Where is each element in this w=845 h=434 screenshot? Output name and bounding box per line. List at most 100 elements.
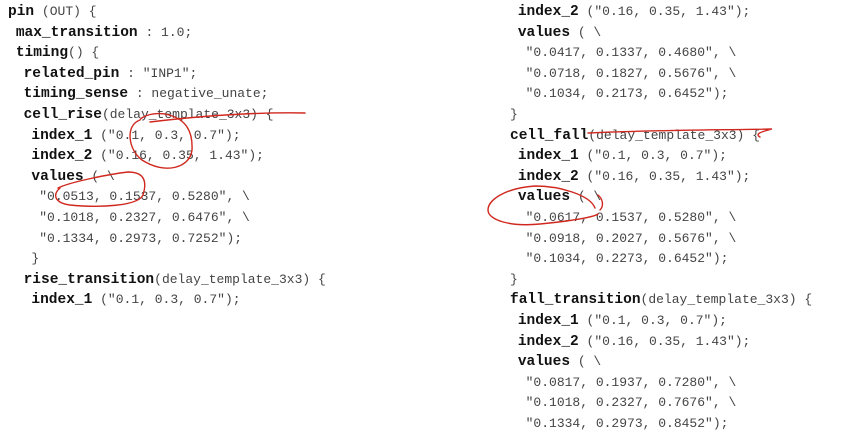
code-text: (OUT) { — [34, 4, 97, 19]
code-text: () { — [68, 45, 100, 61]
code-text: ( \ — [570, 354, 602, 370]
code-line: index_1 ("0.1, 0.3, 0.7"); — [510, 146, 812, 167]
code-line: "0.1018, 0.2327, 0.7676", \ — [510, 393, 812, 414]
code-column-right: index_2 ("0.16, 0.35, 1.43"); values ( \… — [510, 2, 812, 434]
code-line: } — [8, 249, 326, 270]
keyword: max_transition — [15, 24, 138, 41]
code-line: "0.1034, 0.2173, 0.6452"); — [510, 84, 812, 105]
keyword: values — [31, 168, 84, 185]
keyword: index_2 — [31, 148, 93, 165]
code-line: index_1 ("0.1, 0.3, 0.7"); — [8, 290, 326, 311]
code-text: "0.0513, 0.1537, 0.5280", \ — [39, 189, 250, 205]
keyword: values — [517, 189, 571, 206]
code-text: ( \ — [570, 24, 602, 40]
code-text: ("0.1, 0.3, 0.7"); — [578, 148, 727, 164]
code-line: index_2 ("0.16, 0.35, 1.43"); — [8, 146, 326, 167]
keyword: index_1 — [517, 312, 579, 329]
code-line: index_2 ("0.16, 0.35, 1.43"); — [510, 332, 812, 353]
code-line: values ( \ — [510, 23, 812, 44]
code-line: timing_sense : negative_unate; — [8, 84, 326, 105]
code-text: ( \ — [83, 168, 115, 184]
code-line: cell_fall(delay_template_3x3) { — [510, 126, 812, 147]
keyword: index_2 — [517, 333, 579, 350]
code-line: index_1 ("0.1, 0.3, 0.7"); — [8, 126, 326, 147]
code-line: values ( \ — [510, 187, 812, 208]
keyword: fall_transition — [510, 292, 641, 309]
code-text: ("0.1, 0.3, 0.7"); — [578, 312, 727, 328]
code-line: fall_transition(delay_template_3x3) { — [510, 290, 812, 311]
code-text: ( \ — [570, 189, 602, 205]
code-line: "0.1034, 0.2273, 0.6452"); — [510, 249, 812, 270]
code-column-left: pin (OUT) { max_transition : 1.0; timing… — [8, 2, 326, 311]
code-line: index_2 ("0.16, 0.35, 1.43"); — [510, 167, 812, 188]
code-text: ("0.1, 0.3, 0.7"); — [92, 292, 241, 308]
code-text: } — [31, 251, 40, 267]
code-line: max_transition : 1.0; — [8, 23, 326, 44]
code-text: : negative_unate; — [128, 86, 269, 102]
keyword: values — [517, 24, 571, 41]
code-text: (delay_template_3x3) { — [588, 127, 760, 143]
keyword: timing — [15, 45, 69, 62]
keyword: pin — [8, 4, 35, 20]
code-text: } — [510, 106, 518, 122]
code-text: "0.1334, 0.2973, 0.7252"); — [39, 230, 243, 246]
code-line: "0.0513, 0.1537, 0.5280", \ — [8, 187, 326, 208]
code-line: "0.1018, 0.2327, 0.6476", \ — [8, 208, 326, 229]
keyword: index_1 — [31, 127, 93, 144]
code-line: "0.1334, 0.2973, 0.7252"); — [8, 229, 326, 250]
code-line: "0.0817, 0.1937, 0.7280", \ — [510, 373, 812, 394]
keyword: related_pin — [23, 65, 120, 82]
code-line: "0.0718, 0.1827, 0.5676", \ — [510, 64, 812, 85]
code-text: "0.0918, 0.2027, 0.5676", \ — [525, 230, 737, 246]
keyword: index_1 — [31, 292, 93, 309]
code-line: pin (OUT) { — [8, 2, 326, 23]
code-text: ("0.16, 0.35, 1.43"); — [578, 333, 751, 349]
keyword: cell_fall — [510, 127, 589, 144]
keyword: cell_rise — [23, 106, 102, 123]
code-text: "0.1034, 0.2173, 0.6452"); — [525, 86, 729, 102]
keyword: values — [517, 354, 571, 371]
keyword: index_2 — [517, 168, 579, 185]
keyword: index_2 — [517, 4, 579, 20]
code-text: ("0.1, 0.3, 0.7"); — [92, 127, 241, 143]
code-text: ("0.16, 0.35, 1.43"); — [578, 168, 751, 184]
code-text: : "INP1"; — [119, 65, 198, 81]
code-line: rise_transition(delay_template_3x3) { — [8, 270, 326, 291]
code-text: : 1.0; — [137, 24, 193, 40]
code-line: "0.0417, 0.1337, 0.4680", \ — [510, 43, 812, 64]
code-line: values ( \ — [8, 167, 326, 188]
code-line: cell_rise(delay_template_3x3) { — [8, 105, 326, 126]
keyword: rise_transition — [23, 271, 155, 288]
code-line: timing() { — [8, 43, 326, 64]
code-text: "0.0718, 0.1827, 0.5676", \ — [525, 65, 737, 81]
code-text: (delay_template_3x3) { — [640, 292, 813, 308]
keyword: timing_sense — [23, 86, 129, 103]
